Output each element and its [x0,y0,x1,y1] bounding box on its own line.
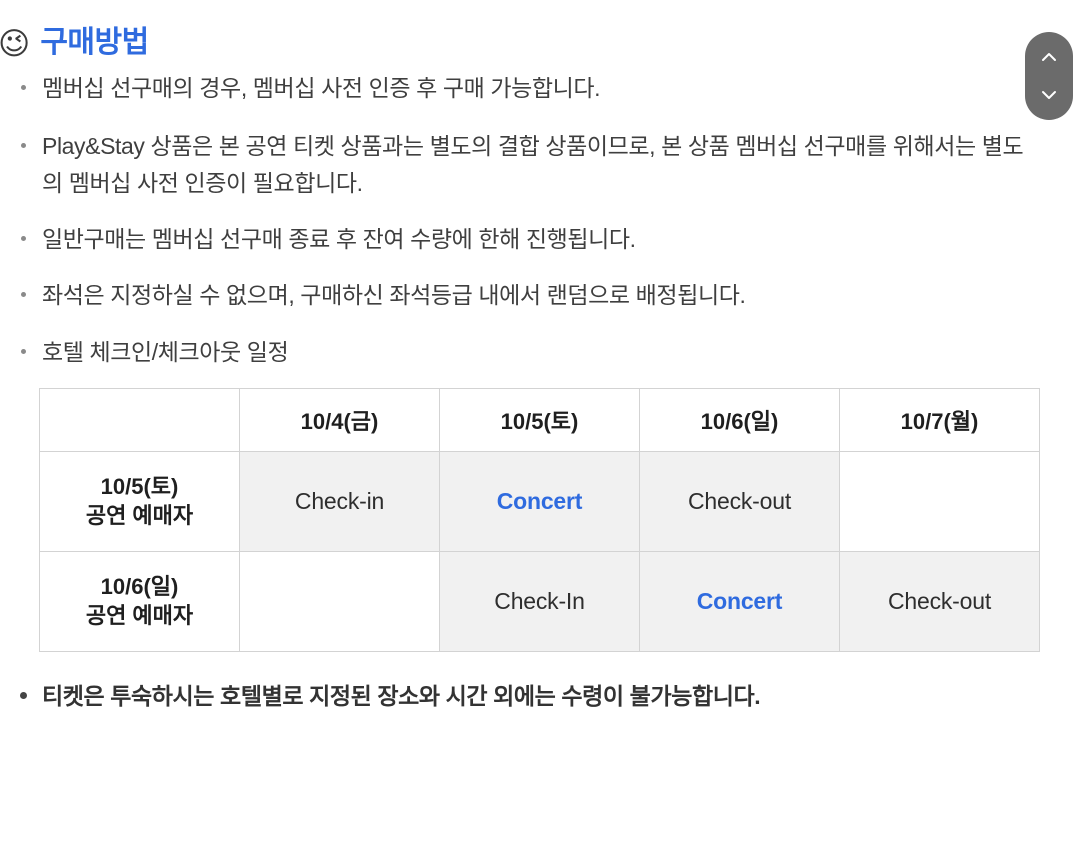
footer-notice-list: 티켓은 투숙하시는 호텔별로 지정된 장소와 시간 외에는 수령이 불가능합니다… [0,678,1080,714]
cell-oct5-day4 [839,450,1040,552]
page-header: 😉 구매방법 [0,0,1080,59]
table-header-day-3: 10/6(일) [639,387,840,452]
page-title: 구매방법 [40,26,149,59]
notice-item-seat-assignment: 좌석은 지정하실 수 없으며, 구매하신 좌석등급 내에서 랜덤으로 배정됩니다… [0,277,1042,313]
notice-item-ticket-pickup: 티켓은 투숙하시는 호텔별로 지정된 장소와 시간 외에는 수령이 불가능합니다… [0,678,1042,714]
notice-item-playandstay: Play&Stay 상품은 본 공연 티켓 상품과는 별도의 결합 상품이므로,… [0,128,1042,201]
cell-oct5-day2: Concert [439,450,640,552]
row-label-oct5: 10/5(토) 공연 예매자 [39,450,240,552]
table-header-day-2: 10/5(토) [439,387,640,452]
cell-oct6-day2: Check-In [439,550,640,652]
table-row: 10/6(일) 공연 예매자 Check-In Concert Check-ou… [39,550,1040,652]
row-label-oct6: 10/6(일) 공연 예매자 [39,550,240,652]
cell-oct6-day1 [239,550,440,652]
table-header-day-4: 10/7(월) [839,387,1040,452]
notice-item-general-sale: 일반구매는 멤버십 선구매 종료 후 잔여 수량에 한해 진행됩니다. [0,221,1042,257]
cell-oct6-day3: Concert [639,550,840,652]
schedule-table-container: 10/4(금) 10/5(토) 10/6(일) 10/7(월) 10/5(토) … [39,387,1040,652]
notice-list: 멤버십 선구매의 경우, 멤버십 사전 인증 후 구매 가능합니다. Play&… [0,70,1080,370]
cell-oct6-day4: Check-out [839,550,1040,652]
chevron-up-icon[interactable] [1039,47,1059,67]
table-header-row: 10/4(금) 10/5(토) 10/6(일) 10/7(월) [39,387,1040,452]
cell-oct5-day1: Check-in [239,450,440,552]
table-header-day-1: 10/4(금) [239,387,440,452]
winking-face-emoji: 😉 [0,25,31,61]
notice-item-membership-presale: 멤버십 선구매의 경우, 멤버십 사전 인증 후 구매 가능합니다. [0,70,1042,106]
notice-item-hotel-schedule: 호텔 체크인/체크아웃 일정 [0,334,1042,370]
table-header-corner [39,387,240,452]
table-row: 10/5(토) 공연 예매자 Check-in Concert Check-ou… [39,450,1040,552]
cell-oct5-day3: Check-out [639,450,840,552]
hotel-schedule-table: 10/4(금) 10/5(토) 10/6(일) 10/7(월) 10/5(토) … [39,387,1040,652]
